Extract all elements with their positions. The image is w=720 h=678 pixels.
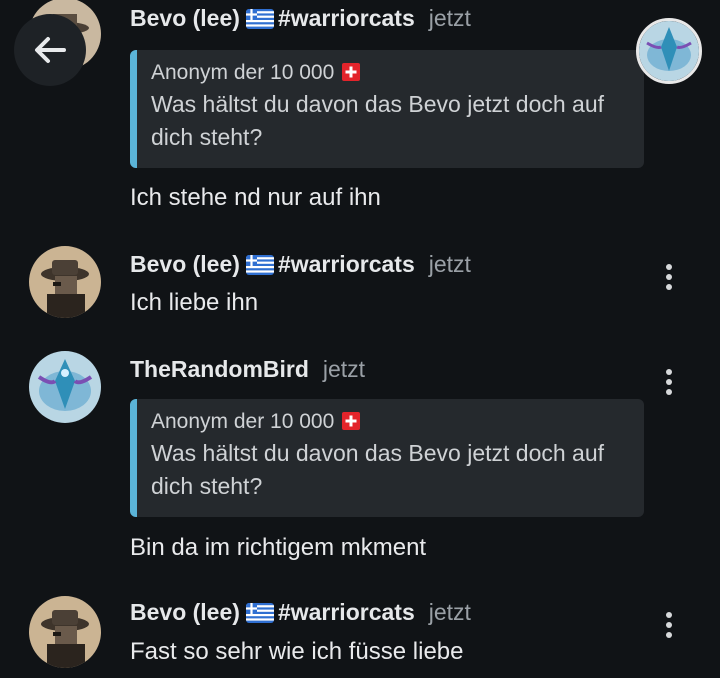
arrow-left-icon	[35, 37, 66, 63]
greek-flag-icon	[245, 9, 274, 29]
quote-text: Was hältst du davon das Bevo jetzt doch …	[151, 440, 605, 466]
avatar[interactable]	[29, 246, 101, 318]
user-tag[interactable]: #warriorcats	[278, 251, 415, 277]
avatar-image	[639, 21, 699, 81]
avatar[interactable]	[29, 351, 101, 423]
quote-author-name: Anonym der 10 000	[151, 61, 335, 84]
quote-text-line2: dich steht?	[151, 473, 263, 499]
message-text: Bin da im richtigem mkment	[130, 534, 427, 561]
message-header: Bevo (lee) #warriorcats jetzt	[130, 3, 471, 33]
avatar-image	[29, 351, 101, 423]
timestamp: jetzt	[428, 5, 471, 31]
more-options-icon[interactable]	[658, 610, 680, 640]
user-tag[interactable]: #warriorcats	[278, 5, 415, 31]
chat-thread: Bevo (lee) #warriorcats jetzt Anonym der 1…	[0, 0, 720, 678]
quote-text-line2: dich steht?	[151, 124, 263, 150]
message-text: Ich stehe nd nur auf ihn	[130, 184, 381, 211]
message-header: Bevo (lee) #warriorcats jetzt	[130, 597, 471, 627]
quote-text: Was hältst du davon das Bevo jetzt doch …	[151, 91, 605, 117]
own-avatar[interactable]	[636, 18, 702, 84]
avatar-image	[29, 596, 101, 668]
message-text: Fast so sehr wie ich füsse liebe	[130, 638, 464, 665]
timestamp: jetzt	[428, 251, 471, 277]
swiss-flag-icon	[342, 60, 361, 81]
avatar-image	[29, 246, 101, 318]
author-name[interactable]: Bevo (lee)	[130, 251, 240, 277]
more-options-icon[interactable]	[658, 262, 680, 292]
author-name[interactable]: Bevo (lee)	[130, 5, 240, 31]
greek-flag-icon	[245, 255, 274, 275]
quote-author: Anonym der 10 000	[151, 407, 630, 437]
quote-author: Anonym der 10 000	[151, 58, 630, 88]
greek-flag-icon	[245, 603, 274, 623]
swiss-flag-icon	[342, 409, 361, 430]
author-name[interactable]: Bevo (lee)	[130, 599, 240, 625]
message-header: TheRandomBird jetzt	[130, 354, 365, 384]
back-button[interactable]	[14, 14, 86, 86]
user-tag[interactable]: #warriorcats	[278, 599, 415, 625]
author-name[interactable]: TheRandomBird	[130, 356, 309, 382]
timestamp: jetzt	[322, 356, 366, 382]
quoted-message[interactable]: Anonym der 10 000 Was hältst du davon da…	[130, 399, 644, 517]
quoted-message[interactable]: Anonym der 10 000 Was hältst du davon da…	[130, 50, 644, 168]
avatar[interactable]	[29, 596, 101, 668]
message-header: Bevo (lee) #warriorcats jetzt	[130, 249, 471, 279]
timestamp: jetzt	[428, 599, 471, 625]
more-options-icon[interactable]	[658, 367, 680, 397]
quote-author-name: Anonym der 10 000	[151, 410, 335, 433]
message-text: Ich liebe ihn	[130, 289, 259, 316]
